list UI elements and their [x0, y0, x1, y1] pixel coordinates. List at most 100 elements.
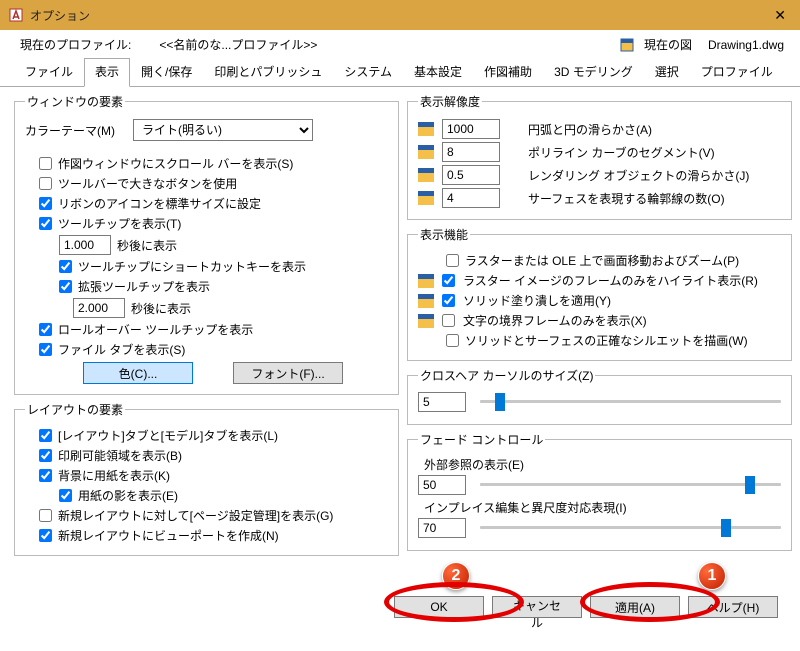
inplace-fade-input[interactable] — [418, 518, 466, 538]
page-setup-label: 新規レイアウトに対して[ページ設定管理]を表示(G) — [58, 507, 388, 524]
profile-row: 現在のプロファイル: <<名前のな...プロファイル>> 現在の図 Drawin… — [0, 30, 800, 55]
tooltip-ext-delay-label: 秒後に表示 — [131, 300, 191, 317]
content: ウィンドウの要素 カラーテーマ(M) ライト(明るい) 作図ウィンドウにスクロー… — [0, 87, 800, 556]
layout-model-label: [レイアウト]タブと[モデル]タブを表示(L) — [58, 427, 388, 444]
inplace-fade-slider[interactable] — [480, 519, 781, 537]
page-setup-checkbox[interactable] — [39, 509, 52, 522]
window-elements-legend: ウィンドウの要素 — [25, 93, 125, 110]
viewport-checkbox[interactable] — [39, 529, 52, 542]
big-buttons-checkbox[interactable] — [39, 177, 52, 190]
rollover-label: ロールオーバー ツールチップを表示 — [58, 321, 388, 338]
tooltip-shortcut-label: ツールチップにショートカットキーを表示 — [78, 258, 388, 275]
tab-system[interactable]: システム — [333, 58, 403, 87]
tab-plot[interactable]: 印刷とパブリッシュ — [203, 58, 333, 87]
left-column: ウィンドウの要素 カラーテーマ(M) ライト(明るい) 作図ウィンドウにスクロー… — [14, 93, 399, 556]
cancel-button[interactable]: キャンセル — [492, 596, 582, 618]
dwg-icon — [418, 294, 434, 308]
print-area-label: 印刷可能領域を表示(B) — [58, 447, 388, 464]
arc-smooth-label: 円弧と円の滑らかさ(A) — [528, 121, 652, 138]
tooltip-ext-checkbox[interactable] — [59, 280, 72, 293]
scrollbar-checkbox[interactable] — [39, 157, 52, 170]
dwg-icon — [418, 122, 434, 136]
crosshair-group: クロスヘア カーソルのサイズ(Z) — [407, 367, 792, 425]
footer: 2 1 OK キャンセル 適用(A) ヘルプ(H) — [0, 556, 800, 628]
render-smooth-label: レンダリング オブジェクトの滑らかさ(J) — [528, 167, 749, 184]
display-resolution-group: 表示解像度 円弧と円の滑らかさ(A) ポリライン カーブのセグメント(V) レン… — [407, 93, 792, 220]
silhouette-label: ソリッドとサーフェスの正確なシルエットを描画(W) — [465, 332, 781, 349]
std-icons-checkbox[interactable] — [39, 197, 52, 210]
app-icon — [8, 7, 24, 23]
tooltip-delay-label: 秒後に表示 — [117, 237, 177, 254]
tooltip-ext-delay-input[interactable] — [73, 298, 125, 318]
tabs: ファイル 表示 開く/保存 印刷とパブリッシュ システム 基本設定 作図補助 3… — [0, 57, 800, 87]
dwg-icon — [418, 145, 434, 159]
viewport-label: 新規レイアウトにビューポートを作成(N) — [58, 527, 388, 544]
render-smooth-input[interactable] — [442, 165, 500, 185]
paper-shadow-label: 用紙の影を表示(E) — [78, 487, 388, 504]
fade-control-legend: フェード コントロール — [418, 431, 545, 448]
dwg-icon — [418, 191, 434, 205]
tab-3d[interactable]: 3D モデリング — [543, 58, 644, 87]
scrollbar-label: 作図ウィンドウにスクロール バーを表示(S) — [58, 155, 388, 172]
display-resolution-legend: 表示解像度 — [418, 93, 482, 110]
right-column: 表示解像度 円弧と円の滑らかさ(A) ポリライン カーブのセグメント(V) レン… — [407, 93, 792, 556]
tooltip-delay-input[interactable] — [59, 235, 111, 255]
polyline-seg-input[interactable] — [442, 142, 500, 162]
color-theme-select[interactable]: ライト(明るい) — [133, 119, 313, 141]
solid-fill-label: ソリッド塗り潰しを適用(Y) — [463, 292, 781, 309]
current-drawing-label: 現在の図 — [644, 36, 692, 53]
dwg-icon — [418, 168, 434, 182]
tab-selection[interactable]: 選択 — [644, 58, 690, 87]
tooltip-label: ツールチップを表示(T) — [58, 215, 388, 232]
apply-button[interactable]: 適用(A) — [590, 596, 680, 618]
pan-zoom-checkbox[interactable] — [446, 254, 459, 267]
tab-profiles[interactable]: プロファイル — [690, 58, 784, 87]
raster-frame-checkbox[interactable] — [442, 274, 455, 287]
pan-zoom-label: ラスターまたは OLE 上で画面移動およびズーム(P) — [465, 252, 781, 269]
title-bar: オプション ✕ — [0, 0, 800, 30]
crosshair-input[interactable] — [418, 392, 466, 412]
ok-button[interactable]: OK — [394, 596, 484, 618]
tooltip-ext-label: 拡張ツールチップを表示 — [78, 278, 388, 295]
print-area-checkbox[interactable] — [39, 449, 52, 462]
display-performance-legend: 表示機能 — [418, 226, 470, 243]
xref-fade-label: 外部参照の表示(E) — [424, 456, 781, 473]
profile-value: <<名前のな...プロファイル>> — [159, 36, 317, 53]
filetabs-label: ファイル タブを表示(S) — [58, 341, 388, 358]
text-boundary-checkbox[interactable] — [442, 314, 455, 327]
xref-fade-input[interactable] — [418, 475, 466, 495]
fonts-button[interactable]: フォント(F)... — [233, 362, 343, 384]
paper-bg-checkbox[interactable] — [39, 469, 52, 482]
text-boundary-label: 文字の境界フレームのみを表示(X) — [463, 312, 781, 329]
contour-lines-label: サーフェスを表現する輪郭線の数(O) — [528, 190, 725, 207]
layout-elements-group: レイアウトの要素 [レイアウト]タブと[モデル]タブを表示(L) 印刷可能領域を… — [14, 401, 399, 556]
color-theme-label: カラーテーマ(M) — [25, 122, 115, 139]
tooltip-checkbox[interactable] — [39, 217, 52, 230]
tab-file[interactable]: ファイル — [14, 58, 84, 87]
polyline-seg-label: ポリライン カーブのセグメント(V) — [528, 144, 715, 161]
tab-open-save[interactable]: 開く/保存 — [130, 58, 203, 87]
silhouette-checkbox[interactable] — [446, 334, 459, 347]
contour-lines-input[interactable] — [442, 188, 500, 208]
display-performance-group: 表示機能 ラスターまたは OLE 上で画面移動およびズーム(P) ラスター イメ… — [407, 226, 792, 361]
crosshair-label: クロスヘア カーソルのサイズ(Z) — [418, 367, 595, 384]
help-button[interactable]: ヘルプ(H) — [688, 596, 778, 618]
xref-fade-slider[interactable] — [480, 476, 781, 494]
paper-shadow-checkbox[interactable] — [59, 489, 72, 502]
tab-drafting[interactable]: 作図補助 — [473, 58, 543, 87]
window-title: オプション — [30, 7, 768, 24]
tooltip-shortcut-checkbox[interactable] — [59, 260, 72, 273]
tab-display[interactable]: 表示 — [84, 58, 130, 87]
rollover-checkbox[interactable] — [39, 323, 52, 336]
colors-button[interactable]: 色(C)... — [83, 362, 193, 384]
dwg-icon — [418, 314, 434, 328]
profile-label: 現在のプロファイル: — [20, 36, 131, 53]
annotation-marker-2: 2 — [442, 562, 470, 590]
arc-smooth-input[interactable] — [442, 119, 500, 139]
layout-model-checkbox[interactable] — [39, 429, 52, 442]
close-icon[interactable]: ✕ — [768, 7, 792, 24]
crosshair-slider[interactable] — [480, 393, 781, 411]
filetabs-checkbox[interactable] — [39, 343, 52, 356]
tab-preferences[interactable]: 基本設定 — [403, 58, 473, 87]
solid-fill-checkbox[interactable] — [442, 294, 455, 307]
